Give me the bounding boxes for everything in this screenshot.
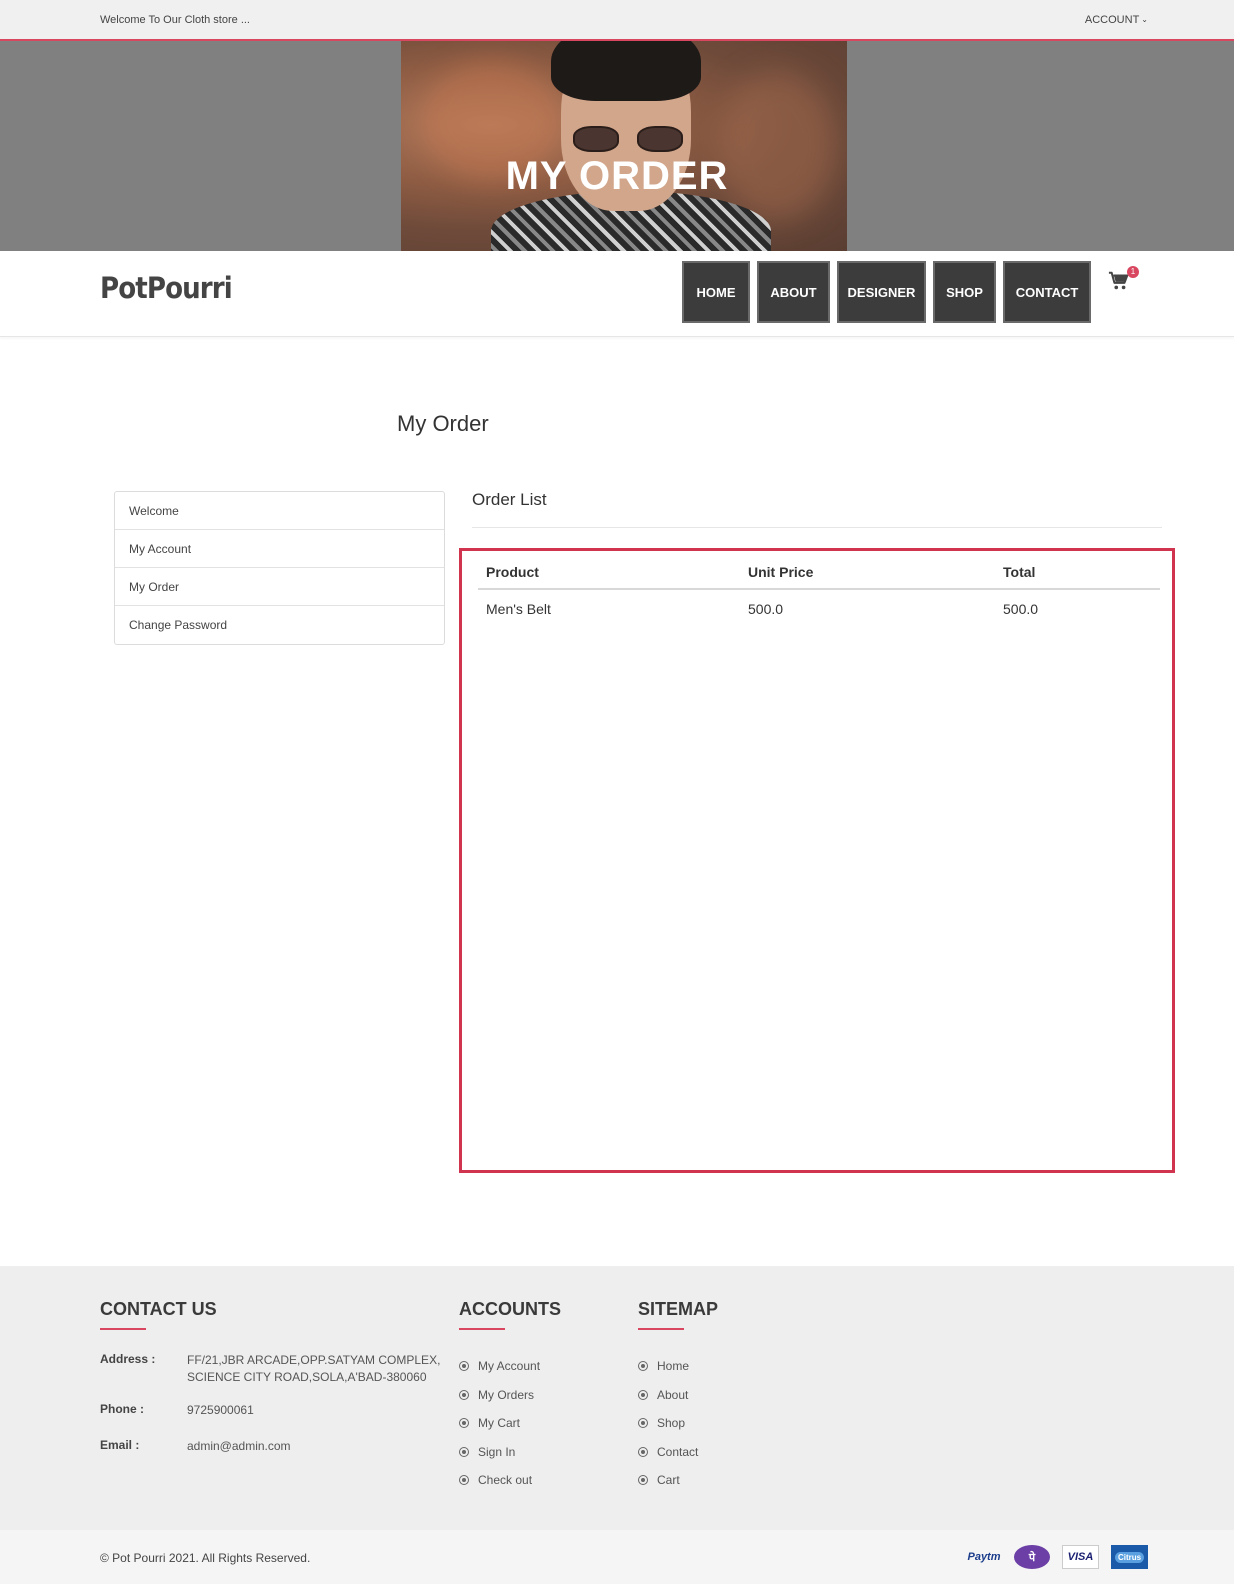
footer-link-my-orders[interactable]: My Orders <box>459 1381 540 1410</box>
visa-logo: VISA <box>1062 1545 1099 1569</box>
cart-button[interactable]: 1 <box>1108 266 1139 294</box>
bullet-icon <box>638 1418 648 1429</box>
footer-link-check-out[interactable]: Check out <box>459 1466 540 1495</box>
footer-link-contact[interactable]: Contact <box>638 1438 698 1467</box>
footer: CONTACT US Address : FF/21,JBR ARCADE,OP… <box>0 1266 1234 1530</box>
nav-home[interactable]: HOME <box>682 261 750 323</box>
footer-accounts-title: ACCOUNTS <box>459 1299 561 1330</box>
paytm-logo: Paytm <box>967 1551 1001 1563</box>
footer-contact-title: CONTACT US <box>100 1299 217 1330</box>
hero-title: MY ORDER <box>505 154 729 198</box>
hero-banner: MY ORDER <box>0 41 1234 251</box>
cell-product: Men's Belt <box>486 601 551 617</box>
link-label: Check out <box>478 1473 533 1488</box>
account-sidebar: Welcome My Account My Order Change Passw… <box>114 491 445 645</box>
nav-shop[interactable]: SHOP <box>933 261 996 323</box>
cell-unit-price: 500.0 <box>748 601 784 617</box>
footer-accounts-links: My Account My Orders My Cart Sign In Che… <box>459 1352 540 1495</box>
link-label: Contact <box>657 1444 699 1459</box>
column-header-unit-price: Unit Price <box>748 563 814 580</box>
column-header-total: Total <box>1003 563 1036 580</box>
order-table-panel: Product Unit Price Total Men's Belt 500.… <box>459 548 1175 1173</box>
bullet-icon <box>459 1361 469 1372</box>
link-label: Cart <box>657 1473 680 1488</box>
footer-sitemap-title: SITEMAP <box>638 1299 719 1330</box>
site-logo[interactable]: PotPourri <box>100 271 233 305</box>
page-title: My Order <box>397 411 489 436</box>
citrus-logo: Citrus <box>1111 1545 1148 1569</box>
sidebar-item-my-account[interactable]: My Account <box>115 530 444 568</box>
footer-link-sign-in[interactable]: Sign In <box>459 1438 540 1467</box>
link-label: My Account <box>478 1359 541 1374</box>
table-row: Men's Belt 500.0 500.0 <box>478 590 1160 628</box>
nav-about[interactable]: ABOUT <box>757 261 830 323</box>
main-header: PotPourri HOME ABOUT DESIGNER SHOP CONTA… <box>0 251 1234 337</box>
link-label: My Orders <box>478 1387 535 1402</box>
bullet-icon <box>638 1361 648 1372</box>
bullet-icon <box>459 1446 469 1457</box>
footer-sitemap-links: Home About Shop Contact Cart <box>638 1352 698 1495</box>
bullet-icon <box>638 1389 648 1400</box>
table-header: Product Unit Price Total <box>478 555 1160 590</box>
phonepe-logo: पे <box>1014 1545 1050 1569</box>
bullet-icon <box>459 1389 469 1400</box>
phone-label: Phone : <box>100 1402 144 1416</box>
bullet-icon <box>638 1475 648 1486</box>
sidebar-item-welcome[interactable]: Welcome <box>115 492 444 530</box>
email-label: Email : <box>100 1438 140 1452</box>
top-bar: Welcome To Our Cloth store ... ACCOUNT ⌄ <box>0 0 1234 41</box>
link-label: About <box>657 1387 689 1402</box>
order-table: Product Unit Price Total Men's Belt 500.… <box>478 555 1160 628</box>
address-line-2: SCIENCE CITY ROAD,SOLA,A'BAD-380060 <box>187 1370 427 1384</box>
welcome-text: Welcome To Our Cloth store ... <box>100 14 250 26</box>
sidebar-item-change-password[interactable]: Change Password <box>115 606 444 644</box>
link-label: Sign In <box>478 1444 516 1459</box>
footer-link-shop[interactable]: Shop <box>638 1409 698 1438</box>
chevron-down-icon: ⌄ <box>1141 15 1148 24</box>
nav-contact[interactable]: CONTACT <box>1003 261 1091 323</box>
footer-link-cart[interactable]: Cart <box>638 1466 698 1495</box>
bullet-icon <box>459 1418 469 1429</box>
footer-link-about[interactable]: About <box>638 1381 698 1410</box>
account-label: ACCOUNT <box>1084 14 1140 26</box>
bullet-icon <box>638 1446 648 1457</box>
bullet-icon <box>459 1475 469 1486</box>
copyright-bar: © Pot Pourri 2021. All Rights Reserved. … <box>0 1530 1234 1584</box>
email-value[interactable]: admin@admin.com <box>187 1438 447 1455</box>
nav-designer[interactable]: DESIGNER <box>837 261 926 323</box>
cart-count-badge: 1 <box>1127 266 1139 278</box>
hero-image <box>401 41 847 251</box>
link-label: Shop <box>657 1416 686 1431</box>
address-value: FF/21,JBR ARCADE,OPP.SATYAM COMPLEX, SCIE… <box>187 1352 447 1386</box>
main-menu: HOME ABOUT DESIGNER SHOP CONTACT <box>682 261 1091 323</box>
address-label: Address : <box>100 1352 156 1366</box>
column-header-product: Product <box>486 563 539 580</box>
footer-link-home[interactable]: Home <box>638 1352 698 1381</box>
link-label: Home <box>657 1359 690 1374</box>
cell-total: 500.0 <box>1003 601 1039 617</box>
sidebar-item-my-order[interactable]: My Order <box>115 568 444 606</box>
link-label: My Cart <box>478 1416 520 1431</box>
phone-value: 9725900061 <box>187 1403 254 1417</box>
address-line-1: FF/21,JBR ARCADE,OPP.SATYAM COMPLEX, <box>187 1353 441 1367</box>
footer-link-my-account[interactable]: My Account <box>459 1352 540 1381</box>
divider <box>472 527 1162 528</box>
account-dropdown[interactable]: ACCOUNT ⌄ <box>1085 14 1148 26</box>
order-list-title: Order List <box>472 490 547 509</box>
footer-link-my-cart[interactable]: My Cart <box>459 1409 540 1438</box>
copyright-text: © Pot Pourri 2021. All Rights Reserved. <box>100 1551 311 1565</box>
